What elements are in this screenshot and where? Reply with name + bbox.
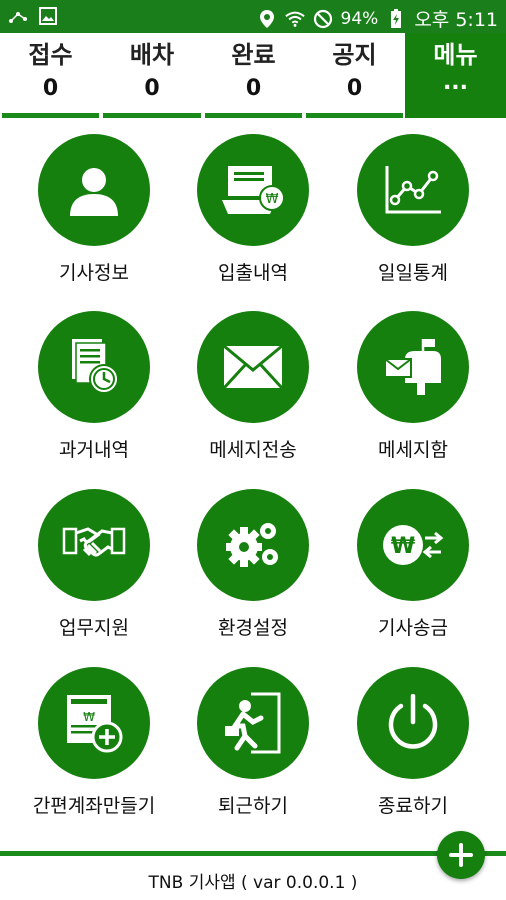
menu-item-driver-info[interactable]: 기사정보 xyxy=(14,134,174,285)
tab-indicator xyxy=(2,113,99,118)
plus-icon xyxy=(449,843,473,867)
tab-received[interactable]: 접수 0 xyxy=(0,33,101,118)
handshake-icon xyxy=(38,489,150,601)
account-add-icon: ₩ xyxy=(38,667,150,779)
menu-label: 기사송금 xyxy=(378,617,448,639)
line-chart-icon xyxy=(357,134,469,246)
menu-label: 환경설정 xyxy=(218,617,288,639)
menu-item-exit-app[interactable]: 종료하기 xyxy=(333,667,493,818)
menu-item-past-history[interactable]: 과거내역 xyxy=(14,311,174,462)
bottom-divider xyxy=(0,851,506,856)
tab-indicator xyxy=(205,113,302,118)
exit-door-icon xyxy=(197,667,309,779)
svg-text:₩: ₩ xyxy=(391,534,415,559)
location-icon xyxy=(257,9,277,29)
clock: 오후 5:11 xyxy=(414,9,498,31)
menu-label: 간편계좌만들기 xyxy=(32,795,156,817)
gears-icon xyxy=(197,489,309,601)
power-icon xyxy=(357,667,469,779)
bill-won-icon: ₩ xyxy=(197,134,309,246)
menu-label: 퇴근하기 xyxy=(218,795,288,817)
menu-item-work-support[interactable]: 업무지원 xyxy=(14,489,174,640)
svg-text:₩: ₩ xyxy=(266,192,279,207)
menu-label: 메세지전송 xyxy=(209,439,297,461)
tab-label: 배차 xyxy=(129,41,175,69)
menu-label: 과거내역 xyxy=(59,439,129,461)
envelope-icon xyxy=(197,311,309,423)
tab-count: 0 xyxy=(42,76,59,101)
menu-label: 업무지원 xyxy=(59,617,129,639)
menu-label: 종료하기 xyxy=(378,795,448,817)
tab-count: 0 xyxy=(346,76,363,101)
menu-label: 기사정보 xyxy=(59,262,129,284)
menu-item-leave-work[interactable]: 퇴근하기 xyxy=(173,667,333,818)
tab-label: 메뉴 xyxy=(433,41,478,69)
tab-indicator xyxy=(306,113,403,118)
tab-count: 0 xyxy=(144,76,160,101)
menu-label: 메세지함 xyxy=(378,439,448,461)
menu-item-driver-remittance[interactable]: ₩ 기사송금 xyxy=(333,489,493,640)
tab-dispatch[interactable]: 배차 0 xyxy=(101,33,203,118)
wifi-icon xyxy=(284,9,305,29)
tab-count: 0 xyxy=(245,76,262,101)
mailbox-icon xyxy=(357,311,469,423)
image-icon xyxy=(38,6,58,26)
menu-item-send-message[interactable]: 메세지전송 xyxy=(173,311,333,462)
battery-charging-icon xyxy=(386,8,406,29)
svg-text:₩: ₩ xyxy=(83,710,95,724)
tab-notice[interactable]: 공지 0 xyxy=(304,33,405,118)
do-not-disturb-icon xyxy=(313,9,333,29)
menu-item-create-account[interactable]: ₩ 간편계좌만들기 xyxy=(14,667,174,818)
person-icon xyxy=(38,134,150,246)
won-transfer-icon: ₩ xyxy=(357,489,469,601)
document-history-icon xyxy=(38,311,150,423)
version-footer: TNB 기사앱 ( var 0.0.0.1 ) xyxy=(148,873,358,893)
tab-label: 접수 xyxy=(28,41,73,69)
menu-item-settings[interactable]: 환경설정 xyxy=(173,489,333,640)
tab-count: ... xyxy=(442,70,469,95)
tab-completed[interactable]: 완료 0 xyxy=(203,33,304,118)
menu-label: 입출내역 xyxy=(218,262,288,284)
status-bar: 94% 오후 5:11 xyxy=(0,0,506,33)
tab-label: 공지 xyxy=(332,41,377,69)
menu-item-deposit-history[interactable]: ₩ 입출내역 xyxy=(173,134,333,285)
menu-item-daily-stats[interactable]: 일일통계 xyxy=(333,134,493,285)
menu-label: 일일통계 xyxy=(378,262,448,284)
tab-bar: 접수 0 배차 0 완료 0 공지 0 메뉴 ... xyxy=(0,33,506,118)
menu-item-message-box[interactable]: 메세지함 xyxy=(333,311,493,462)
tab-label: 완료 xyxy=(231,41,276,69)
tab-menu[interactable]: 메뉴 ... xyxy=(405,33,506,118)
tab-indicator xyxy=(103,113,201,118)
floating-add-button[interactable] xyxy=(437,831,485,879)
battery-level: 94% xyxy=(340,8,379,29)
signal-app-icon xyxy=(8,6,28,26)
